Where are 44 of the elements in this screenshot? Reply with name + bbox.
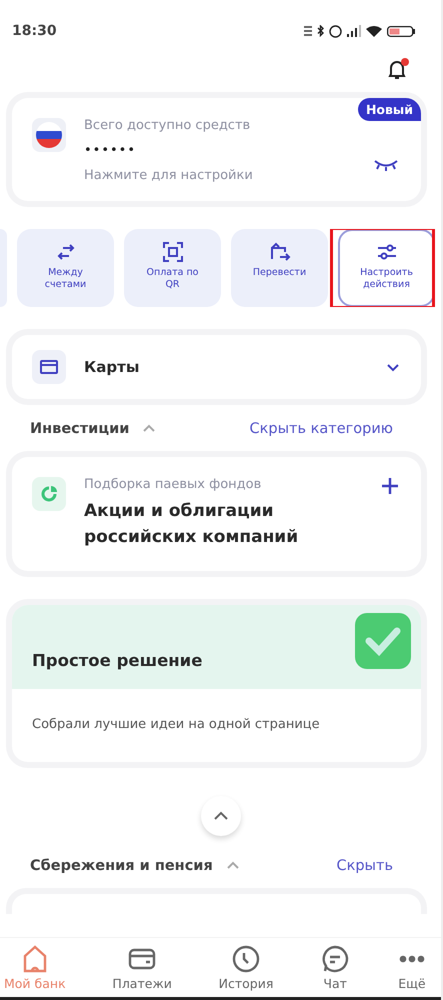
fund-title: Акции и облигации российских компаний [84, 500, 300, 550]
category-title: Сбережения и пенсия [30, 858, 213, 874]
hide-category-link[interactable]: Скрыть категорию [250, 421, 393, 437]
balance-label: Всего доступно средств [84, 118, 252, 133]
section-title: Карты [84, 358, 140, 376]
balance-card[interactable]: Всего доступно средств •••••• Нажмите для настройки Новый [12, 98, 421, 201]
flag-icon [32, 118, 66, 152]
action-tile[interactable]: Между счетами [17, 229, 114, 307]
clock-icon [230, 944, 261, 974]
category-title: Инвестиции [30, 421, 130, 437]
cards-section[interactable]: Карты [12, 335, 421, 399]
chat-icon [320, 944, 350, 974]
action-tile[interactable]: Перевести [231, 229, 328, 307]
action-tile[interactable]: Настроить действия [338, 229, 435, 307]
signal-icon [347, 25, 361, 37]
card-icon [32, 350, 66, 384]
action-tile[interactable]: Оплата по QR [124, 229, 221, 307]
scan-icon [162, 241, 184, 263]
fund-card[interactable]: Подборка паевых фондов Акции и облигации российских компаний [12, 457, 421, 571]
plus-icon[interactable] [381, 477, 399, 495]
more-icon [398, 955, 425, 963]
promo-text: Собрали лучшие идеи на одной странице [31, 716, 321, 734]
nav-item[interactable]: Ещё [392, 944, 431, 991]
check-icon [355, 612, 411, 669]
chevron-up-icon [212, 810, 228, 821]
status-time: 18:30 [12, 23, 57, 39]
wifi-icon [366, 25, 382, 37]
bluetooth-icon [317, 25, 324, 37]
nav-item[interactable]: История [214, 944, 278, 991]
pie-chart-icon [32, 477, 66, 511]
promo-title: Простое решение [32, 650, 202, 670]
nav-item[interactable]: Чат [316, 944, 354, 991]
fund-subtitle: Подборка паевых фондов [84, 477, 262, 492]
closed-eye-icon[interactable] [373, 158, 399, 172]
hide-link[interactable]: Скрыть [336, 858, 393, 874]
balance-amount: •••••• [84, 143, 138, 158]
transfer-icon [268, 241, 290, 263]
battery-icon [387, 26, 415, 36]
settings-hint: Нажмите для настройки [84, 168, 253, 183]
promo-card[interactable]: Простое решение Собрали лучшие идеи на одной странице [12, 604, 421, 762]
nav-item[interactable]: Платежи [108, 944, 176, 991]
circle-icon [329, 24, 342, 38]
new-badge: Новый [358, 98, 421, 121]
network-speed-icon [304, 26, 312, 36]
